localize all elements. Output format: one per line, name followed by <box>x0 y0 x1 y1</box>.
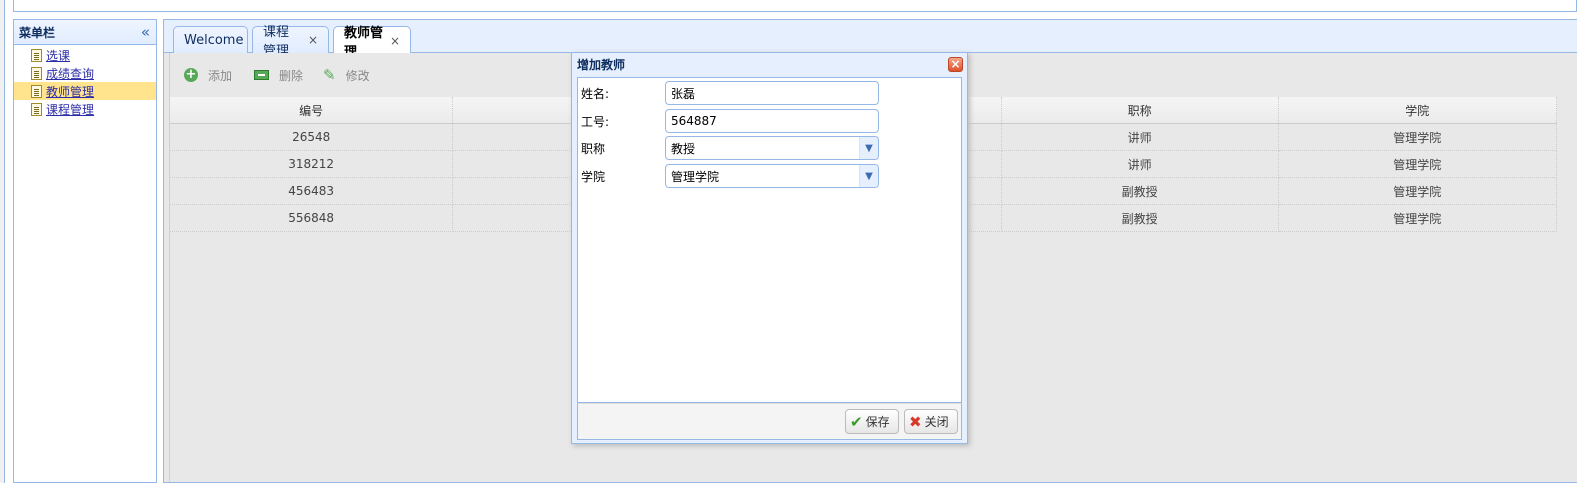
id-label: 工号: <box>581 114 610 129</box>
college-label: 学院 <box>581 169 606 184</box>
collapse-left-icon[interactable]: « <box>141 24 150 40</box>
column-header[interactable]: 职称 <box>1001 97 1279 124</box>
pencil-icon: ✎ <box>323 66 336 84</box>
add-icon: + <box>184 67 198 82</box>
sidebar-item-select-course[interactable]: 选课 <box>14 46 156 64</box>
document-icon <box>31 66 42 80</box>
dialog-body: 姓名: 张磊 工号: 564887 职称 教授 ▼ 学院 管理学院 ▼ <box>577 77 962 403</box>
sidebar-item-grade-query[interactable]: 成绩查询 <box>14 64 156 82</box>
delete-button[interactable]: 删除 <box>254 67 303 84</box>
tab-close-icon[interactable]: × <box>308 33 318 47</box>
save-button[interactable]: ✔ 保存 <box>845 409 899 434</box>
table-cell: 讲师 <box>1001 123 1279 151</box>
document-icon <box>31 48 42 62</box>
title-select-value: 教授 <box>671 141 696 156</box>
tab-course-management[interactable]: 课程管理 × <box>252 25 329 59</box>
sidebar-item-teacher-management[interactable]: 教师管理 <box>14 82 156 100</box>
tab-close-icon[interactable]: × <box>390 34 400 48</box>
table-cell: 456483 <box>170 177 454 205</box>
add-button[interactable]: + 添加 <box>184 67 232 84</box>
table-cell: 管理学院 <box>1278 177 1558 205</box>
tab-teacher-management[interactable]: 教师管理 × <box>333 26 411 60</box>
sidebar-title: 菜单栏 <box>19 25 56 40</box>
sidebar-header: 菜单栏 « <box>14 20 156 45</box>
dialog-title: 增加教师 <box>577 57 626 72</box>
dialog-footer: ✔ 保存 ✖ 关闭 <box>577 403 962 440</box>
table-cell: 副教授 <box>1001 204 1279 232</box>
id-row: 工号: 564887 <box>578 109 961 133</box>
sidebar: 菜单栏 « 选课 成绩查询 教师管理 课程管理 <box>13 19 157 483</box>
edit-button[interactable]: ✎ 修改 <box>323 66 370 84</box>
checkmark-icon: ✔ <box>850 412 863 431</box>
tab-bar: Welcome 课程管理 × 教师管理 × <box>164 20 1577 60</box>
id-field[interactable]: 564887 <box>665 109 879 133</box>
add-label: 添加 <box>208 68 233 83</box>
chevron-down-icon[interactable]: ▼ <box>859 137 878 159</box>
close-label: 关闭 <box>924 415 949 429</box>
college-row: 学院 管理学院 ▼ <box>578 164 961 188</box>
chevron-down-icon[interactable]: ▼ <box>859 165 878 187</box>
close-button[interactable]: ✖ 关闭 <box>904 409 958 434</box>
left-border <box>4 0 5 483</box>
table-cell: 管理学院 <box>1278 150 1558 178</box>
table-cell: 讲师 <box>1001 150 1279 178</box>
table-cell: 管理学院 <box>1278 123 1558 151</box>
sidebar-item-course-management[interactable]: 课程管理 <box>14 100 156 118</box>
document-icon <box>31 84 42 98</box>
remove-icon <box>254 70 270 80</box>
column-header[interactable]: 学院 <box>1278 97 1558 124</box>
sidebar-item-label[interactable]: 成绩查询 <box>46 65 94 82</box>
college-select[interactable]: 管理学院 ▼ <box>665 164 879 188</box>
name-row: 姓名: 张磊 <box>578 81 961 105</box>
delete-label: 删除 <box>279 68 304 83</box>
edit-label: 修改 <box>345 68 370 83</box>
sidebar-menu: 选课 成绩查询 教师管理 课程管理 <box>14 45 156 118</box>
title-label: 职称 <box>581 141 606 156</box>
top-header-panel <box>13 0 1577 12</box>
close-icon[interactable]: × <box>948 56 963 72</box>
table-cell: 26548 <box>170 123 454 151</box>
name-field[interactable]: 张磊 <box>665 81 879 105</box>
table-cell: 556848 <box>170 204 454 232</box>
table-cell: 管理学院 <box>1278 204 1558 232</box>
title-select[interactable]: 教授 ▼ <box>665 136 879 160</box>
sidebar-item-label[interactable]: 教师管理 <box>46 83 94 100</box>
column-header[interactable]: 编号 <box>170 97 454 124</box>
tab-label: Welcome <box>184 32 244 48</box>
tab-welcome[interactable]: Welcome <box>173 26 248 53</box>
title-row: 职称 教授 ▼ <box>578 136 961 160</box>
sidebar-item-label[interactable]: 课程管理 <box>46 101 94 118</box>
add-teacher-dialog: 增加教师 × 姓名: 张磊 工号: 564887 职称 教授 ▼ 学院 管理学院… <box>571 52 968 444</box>
college-select-value: 管理学院 <box>671 169 720 184</box>
cross-icon: ✖ <box>909 412 922 431</box>
dialog-header[interactable]: 增加教师 × <box>572 53 967 75</box>
save-label: 保存 <box>865 415 890 429</box>
sidebar-item-label[interactable]: 选课 <box>46 47 70 64</box>
name-label: 姓名: <box>581 86 610 101</box>
document-icon <box>31 102 42 116</box>
table-cell: 318212 <box>170 150 454 178</box>
table-cell: 副教授 <box>1001 177 1279 205</box>
